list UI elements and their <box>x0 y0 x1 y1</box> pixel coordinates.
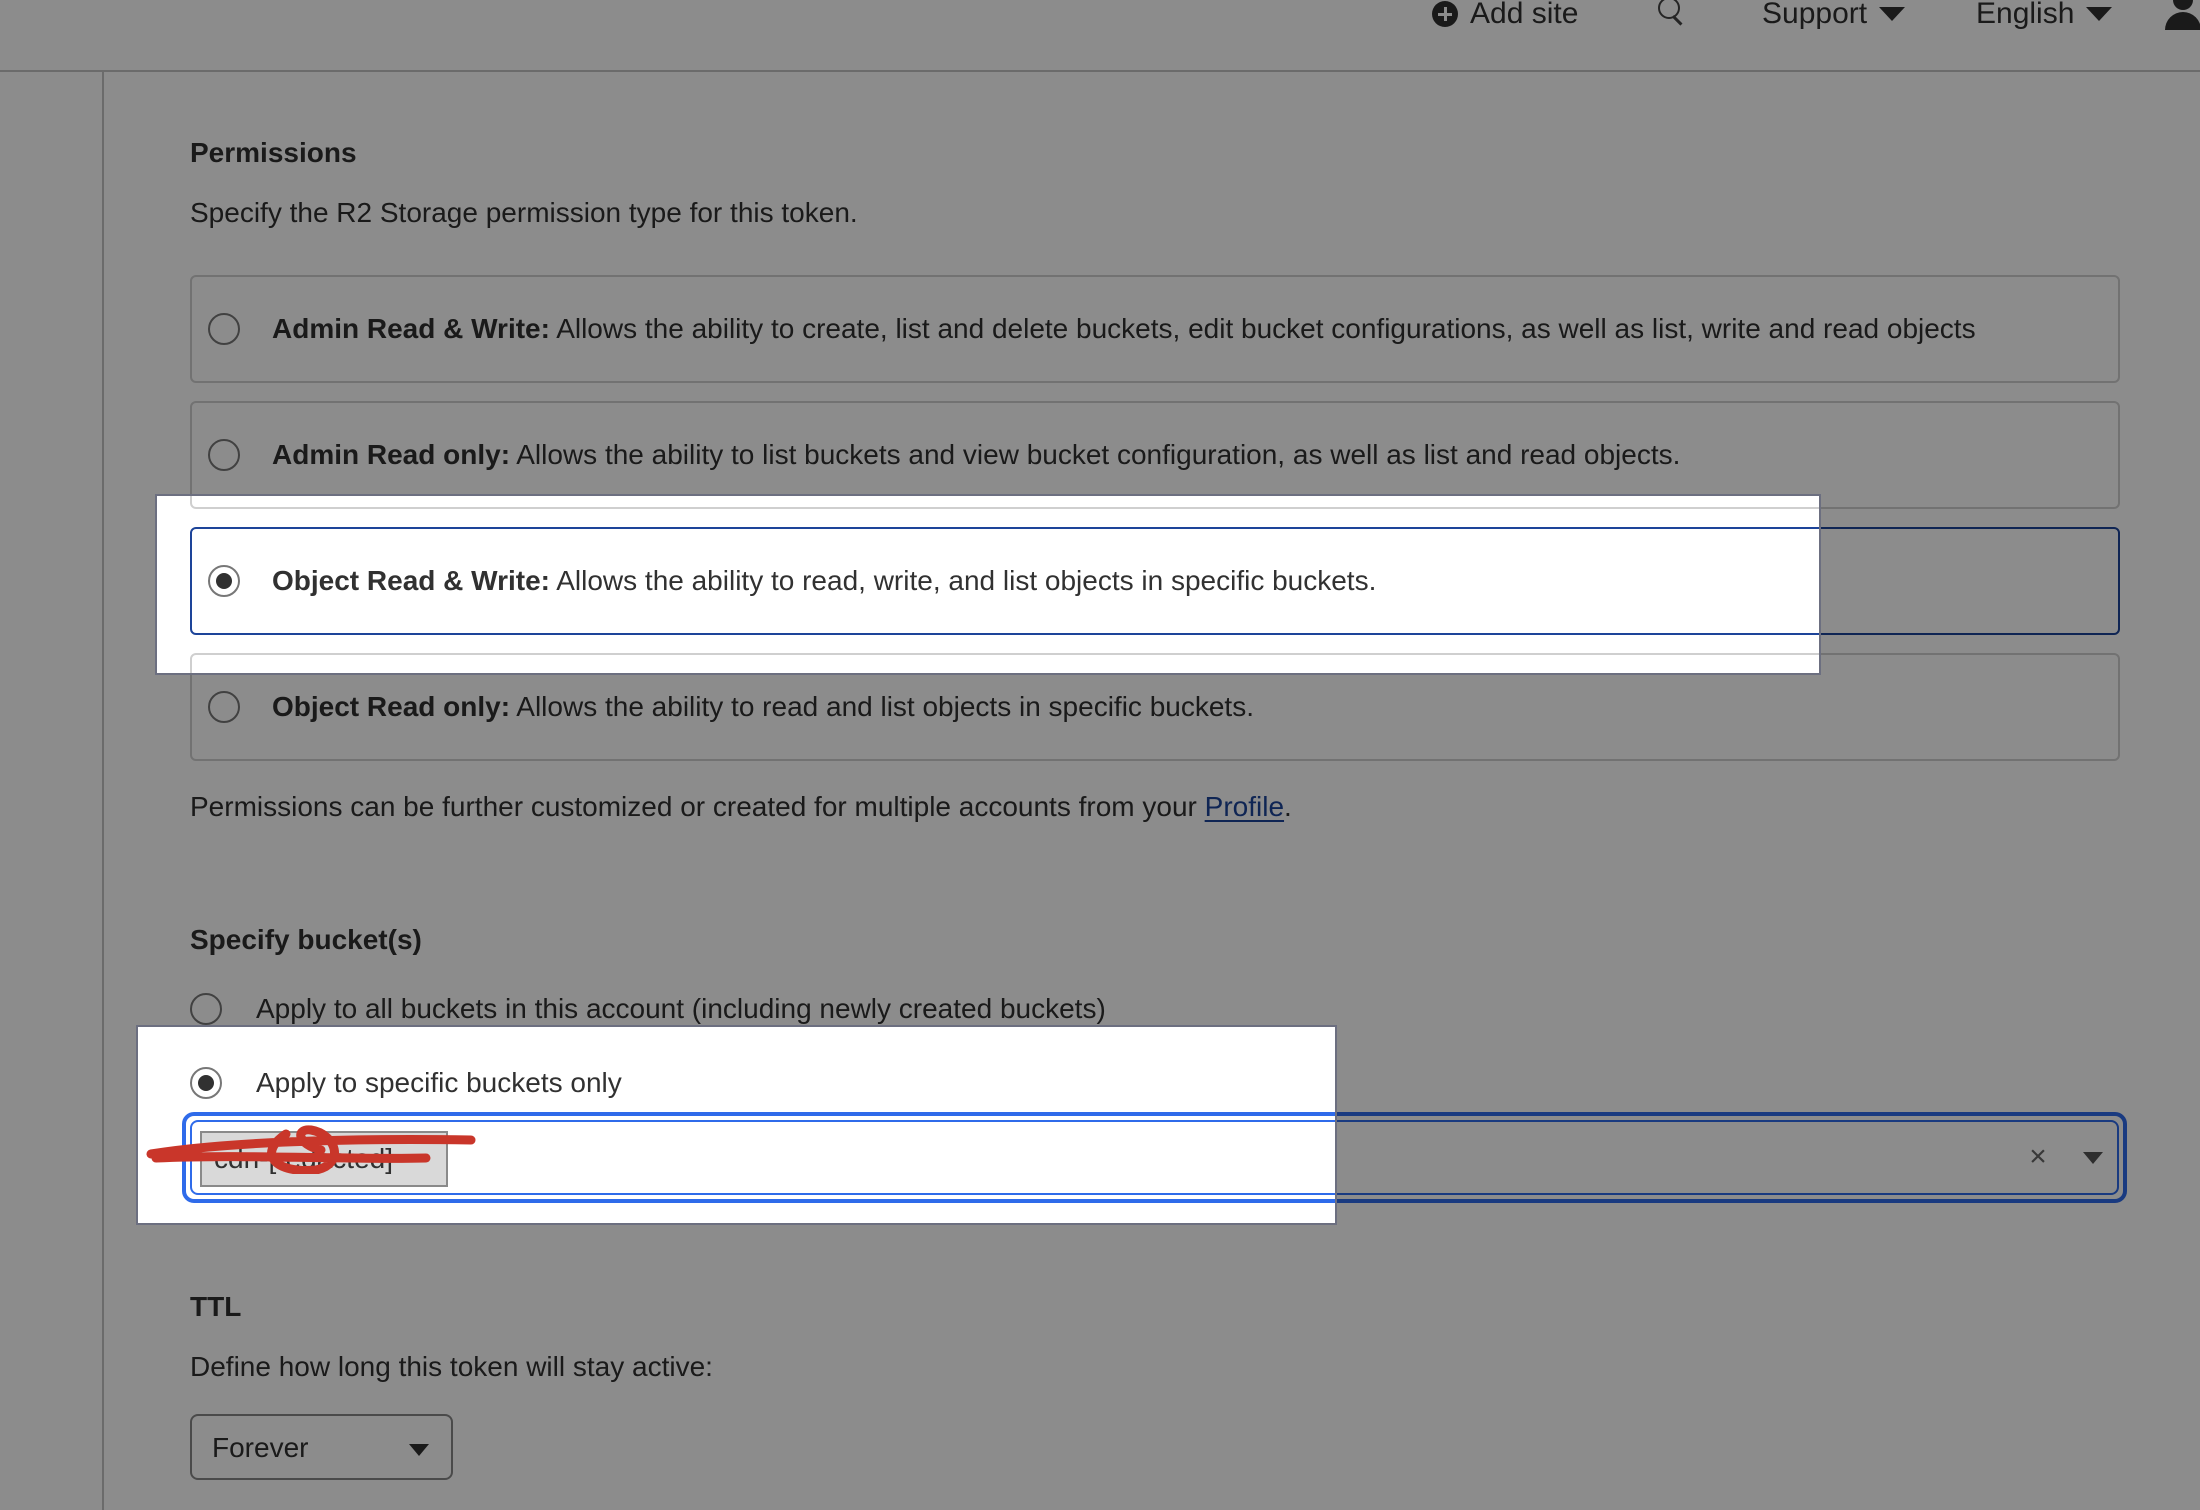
radio-admin-read-write[interactable] <box>208 313 240 345</box>
top-header: Add site Support English <box>0 0 2200 72</box>
user-icon[interactable] <box>2165 0 2200 30</box>
option-title: Object Read & Write: <box>272 565 550 596</box>
option-description: Allows the ability to create, list and d… <box>549 313 1976 344</box>
plus-circle-icon <box>1432 1 1458 27</box>
chevron-down-icon <box>409 1444 429 1456</box>
chevron-down-icon <box>2086 7 2113 21</box>
option-title: Object Read only: <box>272 691 511 722</box>
option-label: Apply to all buckets in this account (in… <box>256 993 1106 1024</box>
radio-admin-read-only[interactable] <box>208 439 240 471</box>
bucket-name: cdn-[redacted] <box>214 1143 393 1174</box>
ttl-title: TTL <box>190 1291 242 1322</box>
add-site-button[interactable]: Add site <box>1432 0 1578 34</box>
permission-option-admin-read-write[interactable]: Admin Read & Write: Allows the ability t… <box>190 275 2120 383</box>
buckets-title: Specify bucket(s) <box>190 924 422 955</box>
support-dropdown[interactable]: Support <box>1762 0 1906 34</box>
option-title: Admin Read & Write: <box>272 313 550 344</box>
language-label: English <box>1976 0 2075 30</box>
page: Add site Support English Permissions Spe… <box>0 0 2200 1510</box>
dim-overlay <box>0 495 156 674</box>
ttl-description: Define how long this token will stay act… <box>190 1351 713 1382</box>
radio-object-read-write[interactable] <box>208 565 240 597</box>
support-label: Support <box>1762 0 1868 30</box>
chevron-down-icon <box>1879 7 1906 21</box>
option-description: Allows the ability to list buckets and v… <box>510 439 1681 470</box>
clear-icon[interactable]: × <box>2023 1140 2053 1174</box>
option-description: Allows the ability to read and list obje… <box>510 691 1254 722</box>
permission-option-object-read-only[interactable]: Object Read only: Allows the ability to … <box>190 653 2120 761</box>
permission-option-admin-read-only[interactable]: Admin Read only: Allows the ability to l… <box>190 401 2120 509</box>
search-icon <box>1656 0 1686 27</box>
note-text: Permissions can be further customized or… <box>190 791 1205 822</box>
permissions-description: Specify the R2 Storage permission type f… <box>190 197 858 228</box>
note-suffix: . <box>1284 791 1292 822</box>
profile-link[interactable]: Profile <box>1205 791 1284 822</box>
ttl-value: Forever <box>212 1432 309 1463</box>
bucket-select-input[interactable]: cdn-[redacted] × <box>146 1112 2127 1203</box>
option-description: Allows the ability to read, write, and l… <box>549 565 1377 596</box>
dim-overlay <box>0 1026 137 1224</box>
bucket-option-specific[interactable]: Apply to specific buckets only <box>190 1063 622 1103</box>
add-site-label: Add site <box>1470 0 1579 30</box>
option-title: Admin Read only: <box>272 439 511 470</box>
language-dropdown[interactable]: English <box>1976 0 2113 34</box>
chevron-down-icon[interactable] <box>2083 1152 2103 1164</box>
sidebar-divider <box>102 72 104 1510</box>
permissions-note: Permissions can be further customized or… <box>190 791 1292 823</box>
search-button[interactable] <box>1656 0 1686 32</box>
selected-bucket-chip[interactable]: cdn-[redacted] <box>200 1131 448 1187</box>
permissions-title: Permissions <box>190 137 357 168</box>
option-label: Apply to specific buckets only <box>256 1067 622 1098</box>
radio-object-read-only[interactable] <box>208 691 240 723</box>
permission-option-object-read-write[interactable]: Object Read & Write: Allows the ability … <box>190 527 2120 635</box>
bucket-option-all[interactable]: Apply to all buckets in this account (in… <box>190 989 1106 1029</box>
radio-specific-buckets[interactable] <box>190 1067 222 1099</box>
ttl-select[interactable]: Forever <box>190 1414 453 1480</box>
radio-all-buckets[interactable] <box>190 993 222 1025</box>
